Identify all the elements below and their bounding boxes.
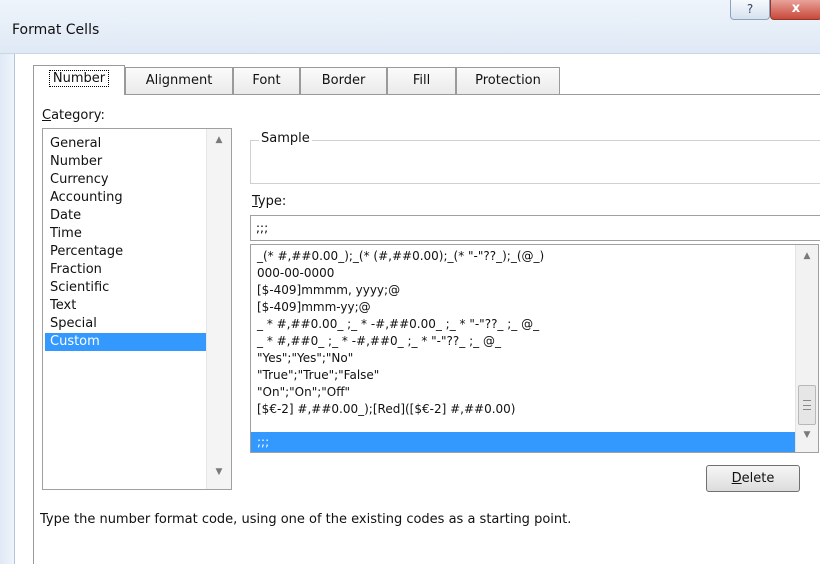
- format-code-list[interactable]: _(* #,##0.00_);_(* (#,##0.00);_(* "-"??_…: [250, 244, 819, 453]
- scroll-down-icon[interactable]: ▼: [796, 430, 818, 448]
- window-title: Format Cells: [12, 22, 100, 38]
- category-item-special[interactable]: Special: [45, 315, 206, 333]
- category-item-general[interactable]: General: [45, 135, 206, 153]
- category-item-currency[interactable]: Currency: [45, 171, 206, 189]
- close-button[interactable]: x: [770, 0, 820, 20]
- category-item-custom[interactable]: Custom: [45, 333, 206, 351]
- category-item-percentage[interactable]: Percentage: [45, 243, 206, 261]
- category-item-time[interactable]: Time: [45, 225, 206, 243]
- format-item-selected[interactable]: ;;;: [251, 432, 795, 452]
- tab-border[interactable]: Border: [300, 67, 387, 94]
- category-item-number[interactable]: Number: [45, 153, 206, 171]
- tab-label: Border: [321, 73, 366, 88]
- scroll-thumb[interactable]: [798, 385, 816, 425]
- category-list[interactable]: General Number Currency Accounting Date …: [42, 128, 232, 490]
- help-hint-text: Type the number format code, using one o…: [40, 512, 572, 527]
- delete-hotkey: D: [731, 471, 742, 486]
- category-label-text: ategory:: [51, 108, 105, 123]
- scroll-up-icon[interactable]: ▲: [796, 251, 818, 269]
- category-label: Category:: [42, 108, 105, 123]
- tab-label: Fill: [412, 73, 431, 88]
- title-bar: Format Cells ? x: [0, 0, 820, 54]
- tab-label: Protection: [475, 73, 541, 88]
- close-icon: x: [791, 1, 801, 16]
- category-item-fraction[interactable]: Fraction: [45, 261, 206, 279]
- category-item-scientific[interactable]: Scientific: [45, 279, 206, 297]
- frame-edge: [14, 54, 15, 564]
- category-item-accounting[interactable]: Accounting: [45, 189, 206, 207]
- scroll-down-icon[interactable]: ▼: [207, 467, 231, 485]
- grip-icon: [803, 400, 811, 410]
- tab-number[interactable]: Number: [33, 65, 125, 95]
- category-item-date[interactable]: Date: [45, 207, 206, 225]
- tab-fill[interactable]: Fill: [387, 67, 456, 94]
- tab-alignment[interactable]: Alignment: [125, 67, 233, 94]
- scroll-up-icon[interactable]: ▲: [207, 135, 231, 153]
- format-item[interactable]: _ * #,##0.00_ ;_ * -#,##0.00_ ;_ * "-"??…: [251, 316, 795, 333]
- tab-label: Alignment: [145, 73, 213, 88]
- delete-button[interactable]: Delete: [706, 465, 800, 492]
- format-item[interactable]: "True";"True";"False": [251, 367, 795, 384]
- window-frame: [0, 54, 14, 564]
- type-input[interactable]: ;;;: [250, 215, 820, 241]
- format-item[interactable]: 000-00-0000: [251, 265, 795, 282]
- type-label-text: ype:: [257, 194, 287, 209]
- category-scrollbar[interactable]: ▲ ▼: [206, 129, 231, 489]
- tab-label: Font: [252, 73, 281, 88]
- type-label: Type:: [252, 194, 286, 209]
- tab-label: Number: [48, 70, 110, 87]
- help-icon: ?: [746, 2, 754, 16]
- format-item[interactable]: _ * #,##0_ ;_ * -#,##0_ ;_ * "-"??_ ;_ @…: [251, 333, 795, 350]
- format-item[interactable]: [$-409]mmmm, yyyy;@: [251, 282, 795, 299]
- category-item-text[interactable]: Text: [45, 297, 206, 315]
- format-item[interactable]: [$-409]mmm-yy;@: [251, 299, 795, 316]
- tab-protection[interactable]: Protection: [456, 67, 560, 94]
- category-hotkey: C: [42, 108, 52, 123]
- sample-label: Sample: [259, 131, 312, 146]
- format-list-scrollbar[interactable]: ▲ ▼: [795, 245, 818, 452]
- format-item[interactable]: _(* #,##0.00_);_(* (#,##0.00);_(* "-"??_…: [251, 248, 795, 265]
- format-item[interactable]: "Yes";"Yes";"No": [251, 350, 795, 367]
- format-item[interactable]: "On";"On";"Off": [251, 384, 795, 401]
- help-button[interactable]: ?: [730, 0, 770, 20]
- tab-font[interactable]: Font: [233, 67, 300, 94]
- format-item[interactable]: [$€-2] #,##0.00_);[Red]([$€-2] #,##0.00): [251, 401, 795, 418]
- delete-label: elete: [741, 471, 775, 486]
- sample-box: Sample: [250, 131, 820, 184]
